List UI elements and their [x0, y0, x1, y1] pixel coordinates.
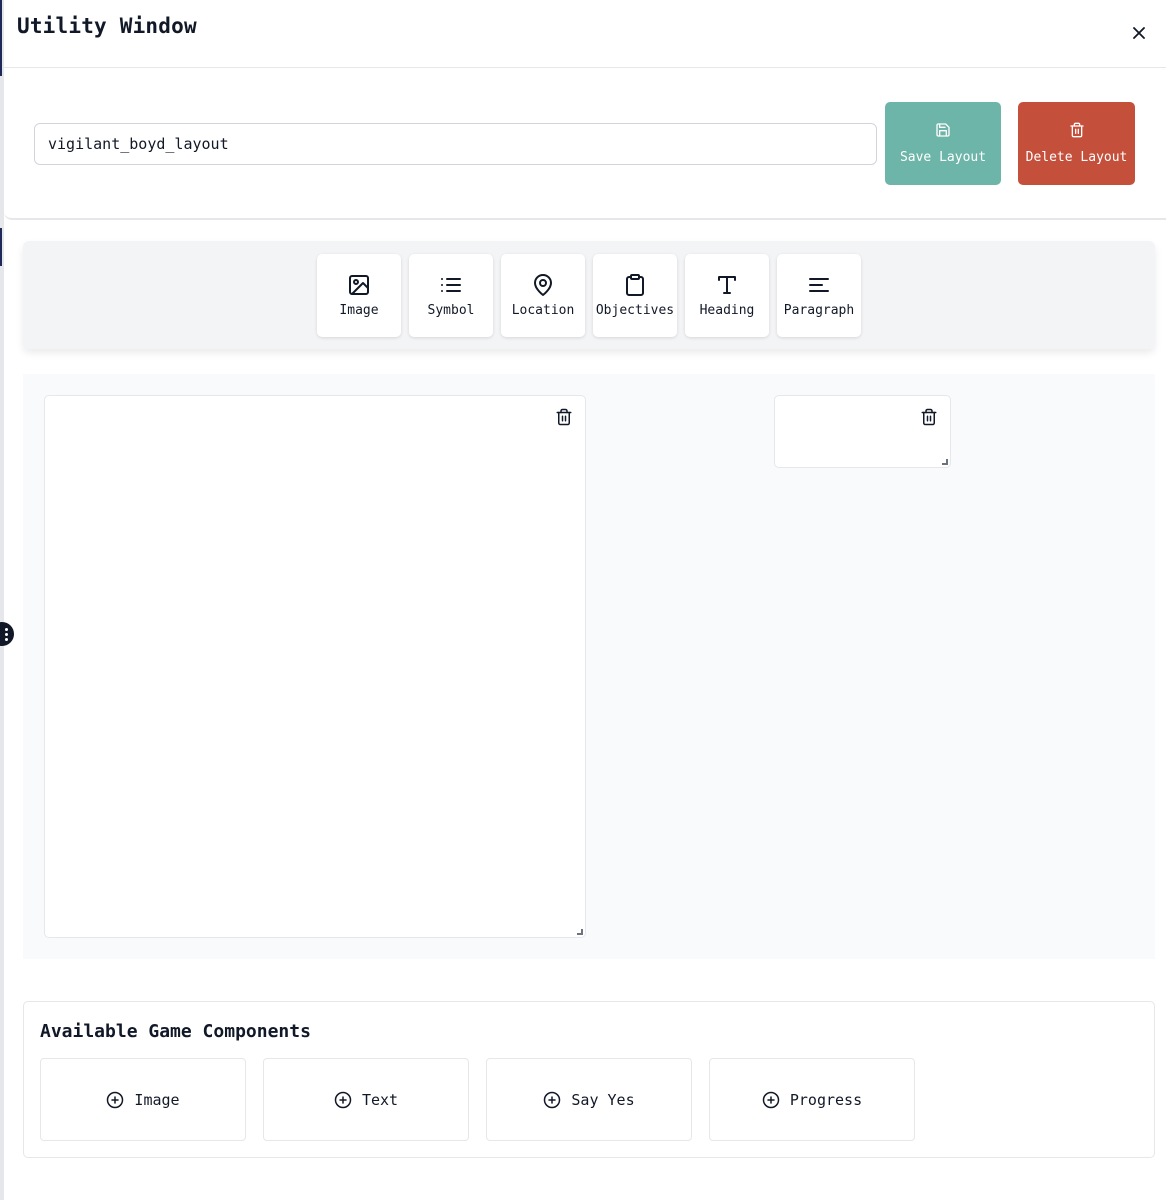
tool-paragraph[interactable]: Paragraph	[777, 254, 861, 337]
align-left-icon	[809, 278, 829, 292]
tool-label: Symbol	[427, 303, 475, 318]
layout-name-input[interactable]	[34, 123, 877, 165]
edge-accent	[0, 228, 2, 266]
add-text-component-button[interactable]: Text	[263, 1058, 469, 1141]
tool-label: Objectives	[595, 303, 675, 318]
components-list: Image Text Say Yes Progress	[40, 1058, 915, 1141]
component-label: Progress	[789, 1090, 863, 1109]
add-say-yes-component-button[interactable]: Say Yes	[486, 1058, 692, 1141]
window-title: Utility Window	[17, 14, 197, 38]
delete-layout-button[interactable]: Delete Layout	[1018, 102, 1135, 185]
plus-circle-icon	[762, 1091, 780, 1108]
resize-handle[interactable]	[577, 929, 583, 935]
trash-icon[interactable]	[920, 408, 938, 426]
add-progress-component-button[interactable]: Progress	[709, 1058, 915, 1141]
plus-circle-icon	[107, 1091, 124, 1108]
toolbar-items: Image Symbol Location Objectives Heading…	[317, 254, 861, 337]
component-label: Image	[134, 1090, 180, 1109]
plus-circle-icon	[334, 1091, 352, 1108]
tool-label: Location	[511, 303, 575, 318]
tool-label: Paragraph	[783, 303, 855, 318]
resize-handle[interactable]	[942, 459, 948, 465]
tool-symbol[interactable]: Symbol	[409, 254, 493, 337]
trash-icon[interactable]	[555, 408, 573, 426]
tool-location[interactable]: Location	[501, 254, 585, 337]
type-icon	[718, 276, 736, 294]
available-components-section: Available Game Components Image Text Say…	[23, 1001, 1155, 1158]
element-toolbar: Image Symbol Location Objectives Heading…	[23, 241, 1155, 349]
component-label: Text	[361, 1090, 399, 1109]
layout-bar: Save Layout Delete Layout	[4, 68, 1166, 220]
map-pin-icon	[534, 274, 552, 296]
save-icon	[936, 123, 950, 137]
image-icon	[349, 275, 369, 295]
edge-accent	[0, 0, 2, 76]
tool-objectives[interactable]: Objectives	[593, 254, 677, 337]
plus-circle-icon	[544, 1091, 561, 1108]
tool-image[interactable]: Image	[317, 254, 401, 337]
component-label: Say Yes	[571, 1090, 635, 1109]
delete-layout-label: Delete Layout	[1025, 150, 1128, 165]
close-icon	[1133, 27, 1145, 39]
tool-label: Image	[339, 303, 379, 318]
layout-panel[interactable]	[44, 395, 586, 938]
save-layout-button[interactable]: Save Layout	[885, 102, 1001, 185]
layout-canvas	[23, 374, 1155, 959]
add-image-component-button[interactable]: Image	[40, 1058, 246, 1141]
save-layout-label: Save Layout	[899, 150, 987, 165]
utility-window: Utility Window Save Layout Delete Lay	[4, 0, 1166, 1200]
close-button[interactable]	[1126, 20, 1152, 46]
window-header: Utility Window	[4, 0, 1166, 68]
tool-label: Heading	[699, 303, 755, 318]
clipboard-icon	[626, 274, 644, 296]
layout-panel[interactable]	[774, 395, 951, 468]
tool-heading[interactable]: Heading	[685, 254, 769, 337]
trash-icon	[1069, 122, 1084, 138]
list-icon	[441, 278, 461, 292]
section-title: Available Game Components	[40, 1021, 311, 1042]
